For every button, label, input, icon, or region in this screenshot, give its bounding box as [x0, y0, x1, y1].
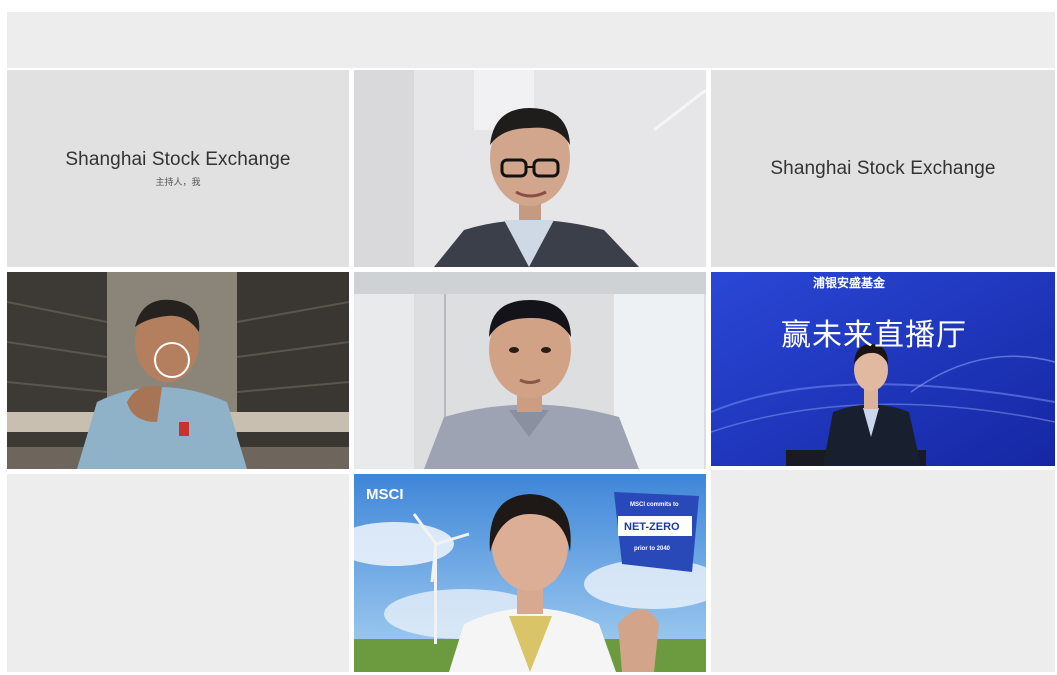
video-feed	[354, 70, 706, 267]
empty-grid-cell	[711, 470, 1055, 672]
msci-logo: MSCI	[366, 486, 404, 503]
participant-video-tile[interactable]	[7, 272, 349, 469]
participant-video-tile[interactable]	[354, 70, 706, 267]
participant-tile[interactable]: Shanghai Stock Exchange	[711, 70, 1055, 267]
participant-video-tile-msci[interactable]: MSCI MSCI commits to NET-ZERO prior to 2…	[354, 474, 706, 672]
video-feed	[354, 272, 706, 469]
participant-role: 主持人，我	[155, 177, 201, 187]
fund-logo-text: 浦银安盛基金	[813, 276, 886, 290]
video-feed	[7, 272, 349, 469]
video-feed	[711, 272, 1055, 466]
participant-name: Shanghai Stock Exchange	[770, 157, 996, 179]
toolbar-bar	[7, 12, 1055, 68]
netzero-line1: MSCI commits to	[630, 502, 679, 508]
participant-name: Shanghai Stock Exchange	[65, 149, 291, 170]
participant-tile-host[interactable]: Shanghai Stock Exchange 主持人，我	[7, 70, 349, 267]
empty-grid-cell	[7, 474, 349, 672]
participant-video-tile-fund[interactable]: 浦银安盛基金 赢未来直播厅	[711, 272, 1055, 466]
netzero-main: NET-ZERO	[624, 521, 680, 533]
participant-video-tile[interactable]	[354, 272, 706, 469]
live-room-title: 赢未来直播厅	[781, 319, 967, 352]
top-toolbar	[0, 0, 1057, 68]
netzero-line3: prior to 2040	[634, 546, 671, 552]
